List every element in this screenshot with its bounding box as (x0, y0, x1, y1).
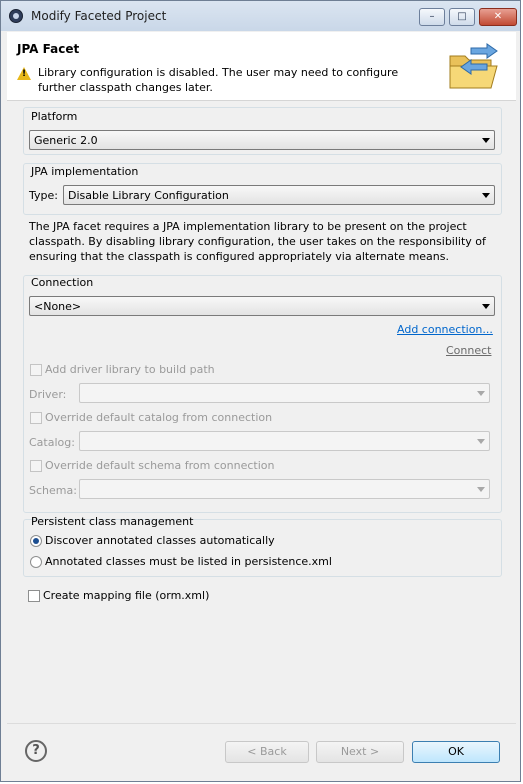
jpa-description: The JPA facet requires a JPA implementat… (29, 220, 486, 263)
chevron-down-icon (482, 193, 490, 198)
chevron-down-icon (477, 487, 485, 492)
listed-classes-radio[interactable] (30, 556, 42, 568)
override-schema-checkbox[interactable] (30, 460, 42, 472)
persistent-label: Persistent class management (31, 515, 194, 528)
maximize-button[interactable]: □ (449, 8, 475, 26)
ok-button[interactable]: OK (412, 741, 500, 763)
driver-label: Driver: (29, 388, 67, 401)
platform-value: Generic 2.0 (34, 134, 98, 147)
override-catalog-checkbox[interactable] (30, 412, 42, 424)
platform-combo[interactable]: Generic 2.0 (29, 130, 495, 150)
discover-classes-label: Discover annotated classes automatically (45, 534, 275, 547)
chevron-down-icon (482, 304, 490, 309)
schema-label: Schema: (29, 484, 77, 497)
create-mapping-checkbox[interactable] (28, 590, 40, 602)
connect-link[interactable]: Connect (446, 344, 491, 357)
catalog-combo[interactable] (79, 431, 490, 451)
connection-combo[interactable]: <None> (29, 296, 495, 316)
add-connection-link[interactable]: Add connection... (397, 323, 493, 336)
button-bar: ? < Back Next > OK (7, 723, 516, 778)
connection-value: <None> (34, 300, 82, 313)
page-content: Platform Generic 2.0 JPA implementation … (7, 101, 516, 723)
title-bar: Modify Faceted Project – □ ✕ (1, 1, 520, 31)
type-label: Type: (29, 189, 58, 202)
type-value: Disable Library Configuration (68, 189, 229, 202)
next-button[interactable]: Next > (316, 741, 404, 763)
driver-combo[interactable] (79, 383, 490, 403)
catalog-label: Catalog: (29, 436, 75, 449)
help-icon[interactable]: ? (25, 740, 47, 762)
connection-label: Connection (31, 276, 94, 289)
window-title: Modify Faceted Project (31, 9, 167, 23)
folder-sync-icon (449, 43, 498, 89)
chevron-down-icon (477, 439, 485, 444)
jpa-impl-label: JPA implementation (31, 165, 139, 178)
override-catalog-label: Override default catalog from connection (45, 411, 273, 424)
schema-combo[interactable] (79, 479, 490, 499)
page-title: JPA Facet (17, 42, 80, 56)
header-message: Library configuration is disabled. The u… (38, 66, 399, 94)
add-driver-label: Add driver library to build path (45, 363, 215, 376)
override-schema-label: Override default schema from connection (45, 459, 275, 472)
add-driver-checkbox[interactable] (30, 364, 42, 376)
discover-classes-radio[interactable] (30, 535, 42, 547)
close-button[interactable]: ✕ (479, 8, 517, 26)
listed-classes-label: Annotated classes must be listed in pers… (45, 555, 332, 568)
back-button[interactable]: < Back (225, 741, 309, 763)
wizard-header: JPA Facet ! Library configuration is dis… (7, 32, 516, 101)
warning-icon: ! (17, 67, 31, 80)
chevron-down-icon (477, 391, 485, 396)
type-combo[interactable]: Disable Library Configuration (63, 185, 495, 205)
chevron-down-icon (482, 138, 490, 143)
dialog-window: Modify Faceted Project – □ ✕ JPA Facet !… (0, 0, 521, 782)
create-mapping-label: Create mapping file (orm.xml) (43, 589, 210, 602)
eclipse-icon (9, 9, 23, 23)
minimize-button[interactable]: – (419, 8, 445, 26)
platform-label: Platform (31, 110, 78, 123)
